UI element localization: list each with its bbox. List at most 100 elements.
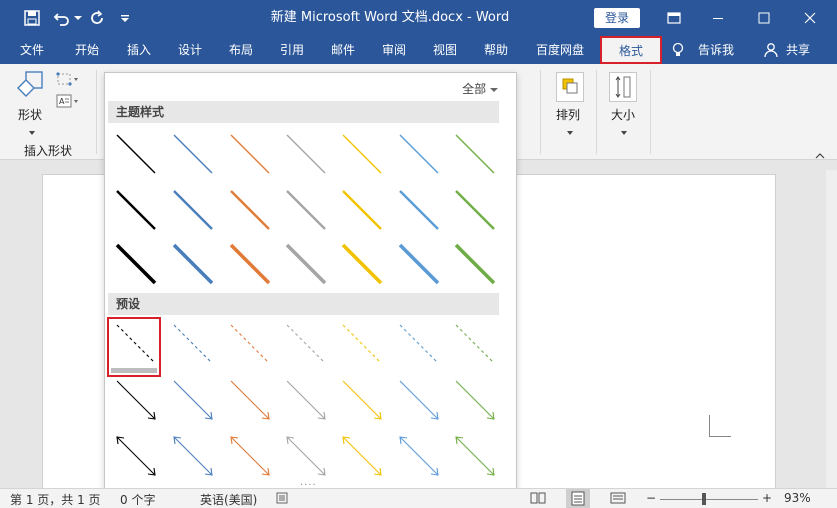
web-layout-icon[interactable]	[610, 491, 626, 508]
page-count[interactable]: 第 1 页，共 1 页	[10, 491, 101, 508]
insert-shapes-group-label: 插入形状	[24, 144, 73, 158]
theme-style-swatch[interactable]	[339, 187, 391, 241]
preset-style-swatch[interactable]	[339, 433, 391, 487]
preset-style-swatch[interactable]	[170, 321, 222, 375]
undo-dropdown-icon[interactable]	[72, 6, 84, 30]
preset-style-swatch[interactable]	[396, 433, 448, 487]
theme-style-swatch[interactable]	[283, 131, 335, 185]
theme-styles-heading: 主题样式	[108, 101, 499, 123]
theme-style-swatch[interactable]	[396, 187, 448, 241]
filter-label: 全部	[462, 82, 487, 96]
theme-style-swatch[interactable]	[113, 187, 165, 241]
language-indicator[interactable]: 英语(美国)	[200, 491, 257, 508]
preset-style-swatch[interactable]	[227, 377, 279, 431]
text-box-icon[interactable]: A	[56, 94, 80, 110]
read-mode-icon[interactable]	[530, 491, 546, 508]
minimize-icon[interactable]	[698, 0, 738, 36]
theme-style-swatch[interactable]	[283, 187, 335, 241]
login-button[interactable]: 登录	[594, 8, 640, 28]
tab-view[interactable]: 视图	[422, 36, 468, 64]
size-button-label[interactable]: 大小	[611, 106, 635, 123]
tab-references[interactable]: 引用	[269, 36, 315, 64]
theme-style-swatch[interactable]	[452, 187, 504, 241]
zoom-slider-thumb[interactable]	[702, 493, 706, 505]
preset-style-swatch[interactable]	[113, 433, 165, 487]
theme-style-swatch[interactable]	[339, 131, 391, 185]
vertical-scrollbar[interactable]	[826, 170, 837, 488]
tab-mailings[interactable]: 邮件	[320, 36, 366, 64]
theme-style-swatch[interactable]	[396, 241, 448, 295]
theme-style-swatch[interactable]	[339, 241, 391, 295]
arrange-button-label[interactable]: 排列	[556, 106, 580, 123]
lightbulb-icon[interactable]	[668, 36, 688, 64]
undo-icon[interactable]	[50, 6, 74, 30]
zoom-in-button[interactable]: +	[762, 491, 772, 505]
tell-me-search[interactable]: 告诉我	[692, 36, 740, 64]
close-icon[interactable]	[790, 0, 830, 36]
preset-style-swatch[interactable]	[227, 433, 279, 487]
preset-style-swatch[interactable]	[396, 377, 448, 431]
ribbon-display-options-icon[interactable]	[654, 0, 694, 36]
ribbon-separator	[96, 70, 97, 154]
tab-help[interactable]: 帮助	[473, 36, 519, 64]
tab-home[interactable]: 开始	[64, 36, 110, 64]
size-dropdown-icon[interactable]	[621, 124, 627, 138]
theme-style-swatch[interactable]	[283, 241, 335, 295]
shapes-button-label[interactable]: 形状	[18, 106, 42, 123]
accessibility-icon[interactable]	[276, 492, 288, 507]
theme-style-swatch[interactable]	[227, 187, 279, 241]
tab-baidu-netdisk[interactable]: 百度网盘	[528, 36, 592, 64]
theme-style-swatch[interactable]	[227, 131, 279, 185]
preset-style-swatch[interactable]	[396, 321, 448, 375]
print-layout-icon[interactable]	[566, 489, 590, 508]
share-person-icon[interactable]	[762, 36, 780, 64]
size-icon[interactable]	[609, 72, 637, 102]
preset-style-swatch[interactable]	[283, 321, 335, 375]
preset-style-swatch[interactable]	[170, 377, 222, 431]
tab-design[interactable]: 设计	[167, 36, 213, 64]
preset-style-swatch[interactable]	[227, 321, 279, 375]
theme-style-swatch[interactable]	[170, 131, 222, 185]
theme-style-swatch[interactable]	[113, 241, 165, 295]
preset-style-swatch[interactable]	[283, 377, 335, 431]
save-icon[interactable]	[20, 6, 44, 30]
arrange-dropdown-icon[interactable]	[567, 124, 573, 138]
share-button[interactable]: 共享	[782, 36, 814, 64]
theme-style-swatch[interactable]	[170, 187, 222, 241]
arrange-icon[interactable]	[556, 72, 584, 102]
preset-style-swatch[interactable]	[452, 321, 504, 375]
preset-style-swatch[interactable]	[452, 377, 504, 431]
maximize-icon[interactable]	[744, 0, 784, 36]
zoom-level[interactable]: 93%	[784, 491, 811, 505]
edit-shape-icon[interactable]	[56, 72, 80, 88]
redo-icon[interactable]	[86, 6, 108, 30]
tab-layout[interactable]: 布局	[218, 36, 264, 64]
customize-quick-access-icon[interactable]	[118, 6, 132, 30]
theme-style-swatch[interactable]	[452, 241, 504, 295]
theme-style-swatch[interactable]	[113, 131, 165, 185]
zoom-slider-track[interactable]	[660, 499, 758, 500]
tab-insert[interactable]: 插入	[116, 36, 162, 64]
ribbon-tabs: 文件 开始 插入 设计 布局 引用 邮件 审阅 视图 帮助 百度网盘 格式 告诉…	[0, 36, 837, 64]
filter-dropdown[interactable]: 全部	[462, 80, 498, 97]
zoom-out-button[interactable]: −	[646, 491, 656, 505]
shapes-icon[interactable]	[14, 70, 48, 100]
theme-style-swatch[interactable]	[227, 241, 279, 295]
preset-style-swatch[interactable]	[113, 321, 165, 375]
preset-style-swatch[interactable]	[283, 433, 335, 487]
preset-style-swatch[interactable]	[170, 433, 222, 487]
preset-style-swatch[interactable]	[113, 377, 165, 431]
theme-style-swatch[interactable]	[396, 131, 448, 185]
theme-style-swatch[interactable]	[452, 131, 504, 185]
theme-style-swatch[interactable]	[170, 241, 222, 295]
preset-style-swatch[interactable]	[339, 377, 391, 431]
page-margin-corner-mark	[709, 415, 731, 437]
tab-file[interactable]: 文件	[10, 36, 54, 64]
tab-format[interactable]: 格式	[600, 36, 662, 64]
status-bar: 第 1 页，共 1 页 0 个字 英语(美国) − + 93%	[0, 488, 837, 508]
preset-style-swatch[interactable]	[452, 433, 504, 487]
word-count[interactable]: 0 个字	[120, 491, 155, 508]
tab-review[interactable]: 审阅	[371, 36, 417, 64]
preset-style-swatch[interactable]	[339, 321, 391, 375]
shapes-dropdown-icon[interactable]	[29, 124, 35, 138]
